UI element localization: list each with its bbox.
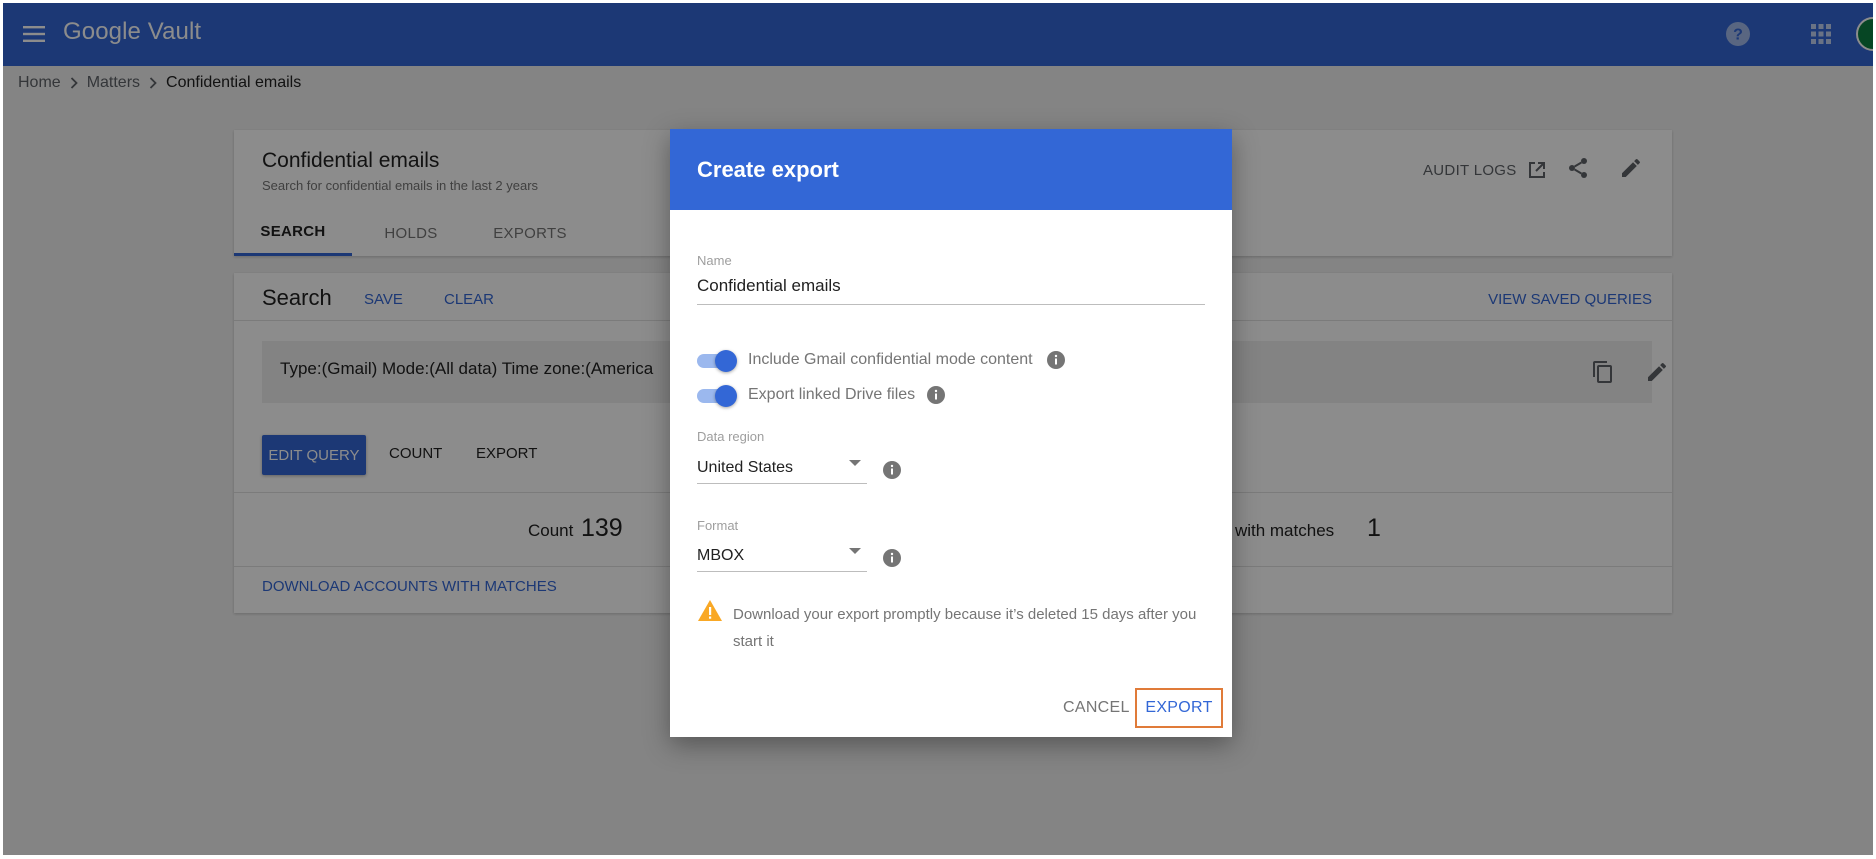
warning-message: Download your export promptly because it… (733, 606, 1197, 650)
format-select[interactable]: MBOX (697, 542, 867, 572)
dropdown-arrow-icon (849, 460, 861, 466)
name-field-underline (697, 304, 1205, 305)
data-region-label: Data region (697, 429, 765, 444)
info-icon[interactable] (1046, 350, 1066, 370)
cancel-button[interactable]: CANCEL (1063, 699, 1130, 717)
info-icon[interactable] (882, 548, 902, 568)
confirm-export-button[interactable]: EXPORT (1135, 688, 1223, 728)
confidential-mode-toggle[interactable] (697, 350, 737, 372)
warning-icon (697, 599, 723, 627)
confidential-mode-label: Include Gmail confidential mode content (748, 351, 1033, 368)
name-field-label: Name (697, 253, 732, 268)
linked-drive-files-toggle[interactable] (697, 385, 737, 407)
dropdown-arrow-icon (849, 548, 861, 554)
dialog-header: Create export (670, 129, 1232, 210)
format-label: Format (697, 518, 739, 533)
info-icon[interactable] (926, 385, 946, 405)
app-window: Google Vault ? Home Matters Confidential… (3, 3, 1873, 855)
info-icon[interactable] (882, 460, 902, 480)
create-export-dialog: Create export Name Confidential emails I… (670, 129, 1232, 737)
linked-drive-files-label: Export linked Drive files (748, 386, 916, 403)
dialog-title: Create export (697, 157, 839, 182)
name-field[interactable]: Confidential emails (697, 276, 841, 296)
format-value: MBOX (697, 547, 745, 564)
data-region-value: United States (697, 459, 794, 476)
data-region-select[interactable]: United States (697, 454, 867, 484)
